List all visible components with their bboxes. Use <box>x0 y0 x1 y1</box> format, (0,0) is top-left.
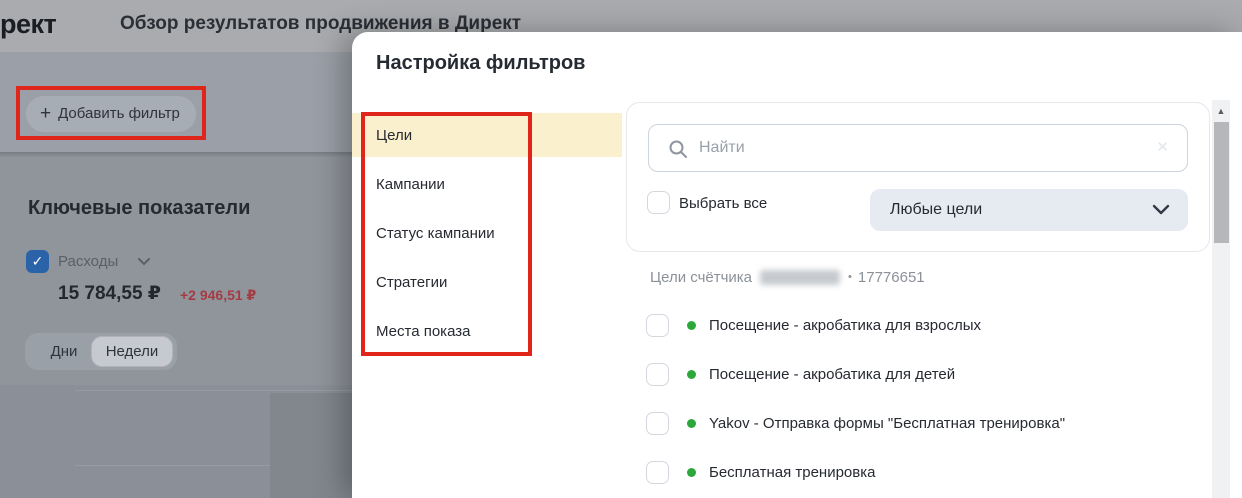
chart-area <box>0 385 352 498</box>
chevron-down-icon[interactable] <box>137 257 151 267</box>
filter-category-strategies[interactable]: Стратегии <box>352 260 622 304</box>
scrollbar[interactable]: ▲ <box>1212 100 1230 498</box>
goal-type-dropdown[interactable]: Любые цели <box>870 189 1188 231</box>
counter-separator: • <box>848 271 852 283</box>
goal-status-dot <box>687 418 696 428</box>
plus-icon: + <box>40 103 52 124</box>
kpi-heading: Ключевые показатели <box>28 197 251 219</box>
filter-category-list: Цели Кампании Статус кампании Стратегии … <box>352 113 626 358</box>
add-filter-label: Добавить фильтр <box>58 105 180 122</box>
chart-highlight-column <box>270 393 352 498</box>
filter-settings-modal: Настройка фильтров Цели Кампании Статус … <box>352 32 1242 498</box>
counter-label: Цели счётчика <box>650 268 753 286</box>
chart-gridline <box>75 390 352 391</box>
add-filter-button[interactable]: + Добавить фильтр <box>26 96 196 132</box>
goals-filter-header-card: ✕ Выбрать все Любые цели <box>626 102 1210 252</box>
goal-checkbox[interactable] <box>646 460 669 484</box>
counter-id: 17776651 <box>857 268 925 286</box>
goal-label: Посещение - акробатика для детей <box>709 365 956 383</box>
goal-checkbox[interactable] <box>646 411 669 435</box>
goal-row: Посещение - акробатика для детей <box>646 362 955 386</box>
metric-value: 15 784,55 ₽ <box>58 283 162 304</box>
goal-checkbox[interactable] <box>646 362 669 386</box>
modal-title: Настройка фильтров <box>376 52 586 74</box>
search-box: ✕ <box>648 124 1188 172</box>
filter-category-goals[interactable]: Цели <box>352 113 622 157</box>
goal-row: Yakov - Отправка формы "Бесплатная трени… <box>646 411 1065 435</box>
period-tabs: Дни Недели <box>25 333 177 370</box>
goal-row: Посещение - акробатика для взрослых <box>646 313 981 337</box>
select-all-label: Выбрать все <box>679 195 768 212</box>
search-icon <box>668 139 688 159</box>
clear-search-icon[interactable]: ✕ <box>1156 138 1169 156</box>
filter-category-placements[interactable]: Места показа <box>352 309 622 353</box>
goal-status-dot <box>687 369 696 379</box>
goal-status-dot <box>687 467 696 477</box>
direct-logo: рект <box>0 9 57 39</box>
goal-row: Бесплатная тренировка <box>646 460 875 484</box>
goal-status-dot <box>687 320 696 330</box>
goal-type-dropdown-value: Любые цели <box>890 201 983 218</box>
goal-label: Посещение - акробатика для взрослых <box>709 316 982 334</box>
counter-goals-header: Цели счётчика • 17776651 <box>650 268 925 286</box>
filter-category-campaigns[interactable]: Кампании <box>352 162 622 206</box>
metric-label[interactable]: Расходы <box>58 253 118 270</box>
screen: рект Обзор результатов продвижения в Дир… <box>0 0 1242 498</box>
goal-label: Бесплатная тренировка <box>709 463 876 481</box>
metric-checkbox[interactable]: ✓ <box>26 250 49 273</box>
search-input[interactable] <box>699 126 1129 170</box>
tab-weeks[interactable]: Недели <box>91 336 173 367</box>
counter-name-redacted <box>760 269 841 285</box>
filter-category-campaign-status[interactable]: Статус кампании <box>352 211 622 255</box>
select-all-checkbox[interactable] <box>647 191 670 214</box>
scrollbar-thumb[interactable] <box>1213 122 1229 243</box>
scroll-up-icon[interactable]: ▲ <box>1212 106 1230 116</box>
goal-checkbox[interactable] <box>646 313 669 337</box>
chevron-down-icon <box>1152 204 1170 216</box>
metric-delta: +2 946,51 ₽ <box>180 287 257 303</box>
goal-label: Yakov - Отправка формы "Бесплатная трени… <box>709 414 1066 432</box>
